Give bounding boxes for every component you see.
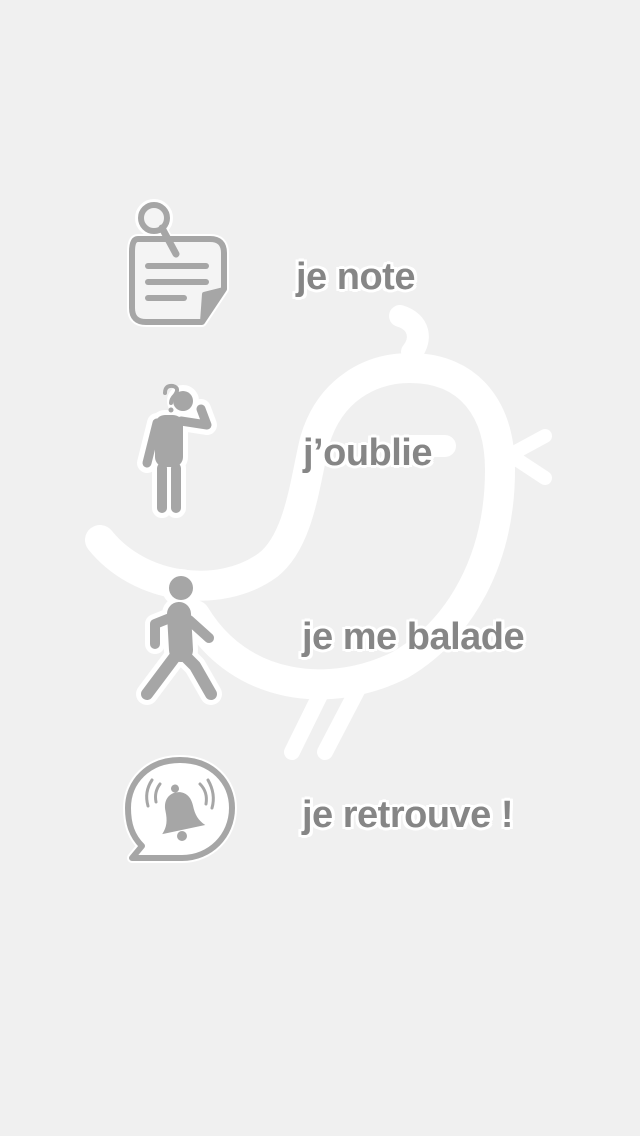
step-label-retrouve: je retrouve ! bbox=[302, 794, 514, 836]
thinking-person-icon bbox=[135, 383, 225, 525]
notepad-pin-icon bbox=[124, 194, 234, 334]
step-label-note: je note bbox=[296, 256, 415, 298]
bird-outline-icon bbox=[85, 305, 552, 760]
walking-person-icon bbox=[133, 569, 233, 710]
step-label-balade: je me balade bbox=[302, 616, 525, 658]
step-label-oublie: j’oublie bbox=[303, 432, 433, 474]
bell-speech-bubble-icon bbox=[120, 752, 240, 872]
